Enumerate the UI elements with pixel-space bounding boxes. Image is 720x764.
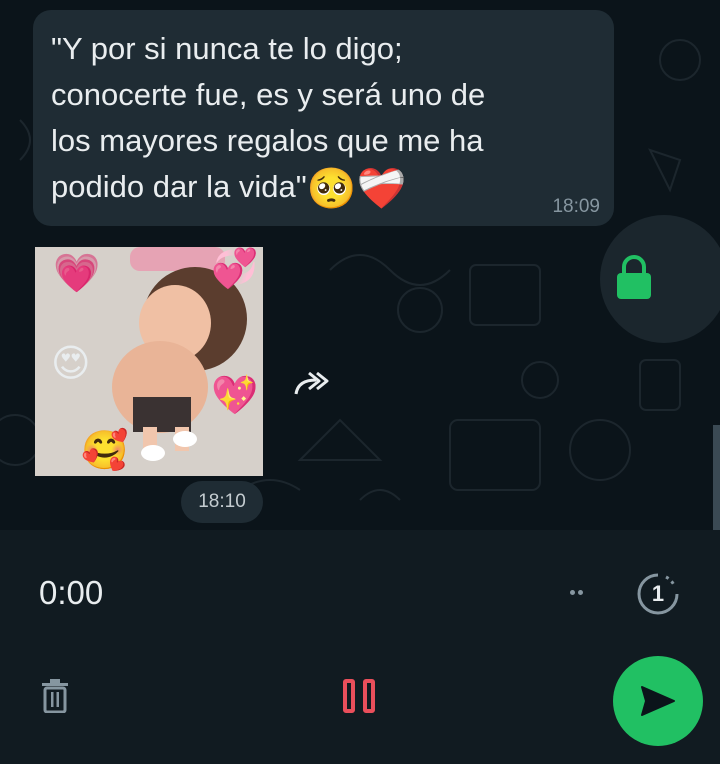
recording-timer: 0:00 [39, 574, 104, 611]
send-icon [641, 686, 675, 716]
message-text: "Y por si nunca te lo digo; conocerte fu… [51, 31, 486, 211]
chat-area: "Y por si nunca te lo digo; conocerte fu… [0, 0, 720, 530]
photo-message[interactable]: 💗 💞 😍 💖 🥰 [35, 247, 263, 476]
pause-icon-bar [363, 679, 375, 713]
pause-icon [343, 679, 355, 713]
pleading-face-emoji: 🥺 [306, 166, 357, 211]
pause-button[interactable] [343, 679, 379, 715]
forward-icon[interactable] [292, 368, 332, 402]
photo-timestamp: 18:10 [181, 481, 263, 523]
heart-sticker: 💗 [53, 253, 101, 295]
recording-waveform [570, 590, 586, 596]
waveform-dot [578, 590, 583, 595]
view-once-button[interactable]: 1 [636, 572, 680, 616]
lock-recording-button[interactable] [600, 215, 720, 343]
heart-eyes-sticker: 😍 [51, 343, 91, 385]
trash-icon[interactable] [41, 679, 69, 713]
smiling-hearts-sticker: 🥰 [81, 430, 129, 472]
send-button[interactable] [613, 656, 703, 746]
waveform-dot [570, 590, 575, 595]
sparkling-heart-sticker: 💖 [211, 375, 259, 417]
message-timestamp: 18:09 [552, 196, 600, 217]
lock-icon [617, 255, 651, 299]
voice-recorder-panel: 0:00 1 [0, 530, 720, 764]
scrollbar[interactable] [713, 425, 720, 530]
mending-heart-emoji: ❤️‍🩹 [356, 166, 407, 211]
view-once-label: 1 [651, 581, 665, 606]
message-bubble[interactable]: "Y por si nunca te lo digo; conocerte fu… [33, 10, 614, 226]
hearts-sticker: 💞 [211, 248, 259, 290]
